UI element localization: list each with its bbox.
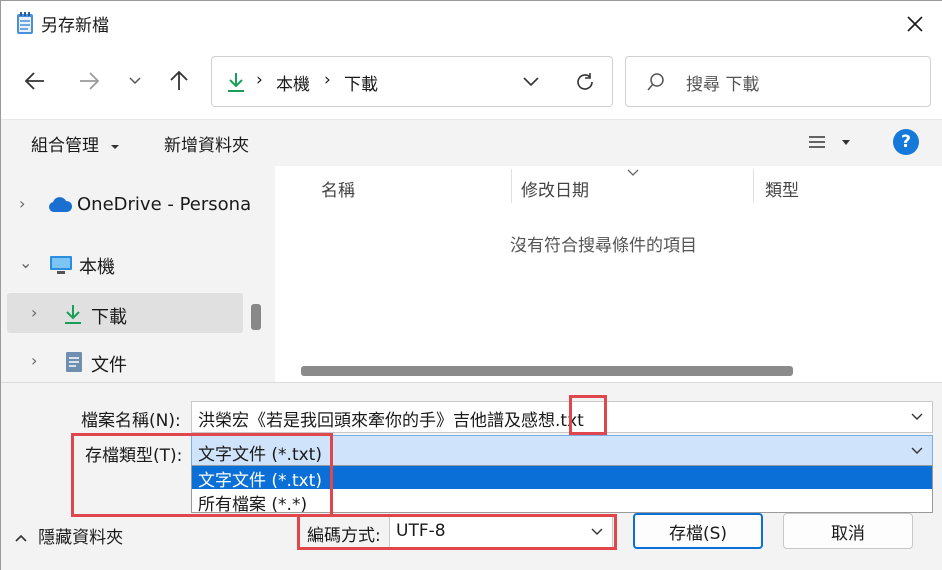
command-bar xyxy=(1,119,942,166)
navigation-pane-scrollbar[interactable] xyxy=(251,304,261,330)
save-button[interactable]: 存檔(S) xyxy=(633,513,763,549)
breadcrumb-downloads[interactable]: 下載 xyxy=(344,70,378,95)
column-divider[interactable] xyxy=(753,169,754,203)
sidebar-item-downloads[interactable]: › 下載 xyxy=(7,293,243,333)
expand-arrow-icon[interactable]: › xyxy=(31,303,37,322)
column-divider[interactable] xyxy=(511,169,512,203)
title-bar: 另存新檔 xyxy=(1,1,942,45)
filename-label: 檔案名稱(N): xyxy=(81,411,181,431)
close-button[interactable] xyxy=(893,7,937,41)
search-icon xyxy=(647,73,664,91)
download-icon xyxy=(228,73,244,92)
new-folder-button[interactable]: 新增資料夾 xyxy=(164,131,249,156)
breadcrumb-separator: › xyxy=(324,70,331,90)
sidebar-item-label: 本機 xyxy=(79,257,115,278)
filetype-highlight-box xyxy=(71,433,333,517)
extension-highlight-box xyxy=(569,395,607,435)
computer-icon xyxy=(50,256,72,274)
up-button[interactable] xyxy=(161,63,197,99)
expand-arrow-icon[interactable]: › xyxy=(31,351,37,370)
refresh-icon[interactable] xyxy=(574,71,596,93)
cloud-icon xyxy=(48,197,73,212)
address-history-chevron-icon[interactable] xyxy=(522,76,540,88)
address-bar[interactable]: › 本機 › 下載 xyxy=(211,56,613,107)
filename-text: 洪榮宏《若是我回頭來牽你的手》吉他譜及感想 xyxy=(198,411,555,431)
chevron-down-icon xyxy=(129,77,141,85)
up-arrow-icon xyxy=(170,70,188,90)
organize-menu[interactable]: 組合管理 xyxy=(31,131,120,156)
sidebar-item-label: 下載 xyxy=(91,307,127,328)
hide-folders-toggle[interactable]: 隱藏資料夾 xyxy=(15,523,123,548)
breadcrumb-separator: › xyxy=(256,70,263,90)
search-box[interactable]: 搜尋 下載 xyxy=(625,56,931,107)
file-list xyxy=(275,166,942,382)
cancel-button[interactable]: 取消 xyxy=(783,513,913,549)
sidebar-item-onedrive[interactable]: › OneDrive - Persona xyxy=(7,186,251,226)
column-header-date[interactable]: 修改日期 xyxy=(521,176,589,201)
forward-arrow-icon xyxy=(80,72,100,90)
collapse-arrow-icon[interactable]: ⌄ xyxy=(19,253,32,272)
encoding-highlight-box xyxy=(297,514,617,550)
file-list-horizontal-scrollbar[interactable] xyxy=(301,366,793,376)
expand-arrow-icon[interactable]: › xyxy=(19,194,25,213)
recent-locations-button[interactable] xyxy=(117,63,153,99)
window-title: 另存新檔 xyxy=(41,16,109,36)
back-button[interactable] xyxy=(17,63,53,99)
download-icon xyxy=(65,305,81,324)
close-icon xyxy=(907,16,923,32)
column-header-type[interactable]: 類型 xyxy=(765,176,799,201)
search-placeholder: 搜尋 下載 xyxy=(686,75,760,95)
forward-button[interactable] xyxy=(71,63,107,99)
list-view-icon xyxy=(809,136,850,148)
empty-list-message: 沒有符合搜尋條件的項目 xyxy=(510,236,697,256)
document-icon xyxy=(66,352,82,372)
chevron-up-icon xyxy=(15,534,27,542)
breadcrumb-this-pc[interactable]: 本機 xyxy=(276,70,310,95)
chevron-down-icon xyxy=(911,447,923,454)
organize-label: 組合管理 xyxy=(31,136,99,156)
sidebar-item-documents[interactable]: › 文件 xyxy=(7,341,243,381)
notepad-icon xyxy=(17,12,33,34)
dropdown-triangle-icon xyxy=(111,145,120,149)
column-header-name[interactable]: 名稱 xyxy=(321,176,355,201)
back-arrow-icon xyxy=(24,72,44,90)
save-as-dialog: 另存新檔 › 本機 › 下載 搜尋 下載 組合管理 新增資料夾 ? › OneD… xyxy=(0,0,942,570)
sidebar-item-label: 文件 xyxy=(91,355,127,376)
chevron-down-icon[interactable] xyxy=(910,410,924,424)
help-button[interactable]: ? xyxy=(893,129,919,155)
filename-input[interactable]: 洪榮宏《若是我回頭來牽你的手》吉他譜及感想.txt xyxy=(191,401,933,433)
sidebar-item-label: OneDrive - Persona xyxy=(77,194,252,215)
sidebar-item-this-pc[interactable]: ⌄ 本機 xyxy=(7,245,243,285)
hide-folders-label: 隱藏資料夾 xyxy=(38,528,124,548)
filename-value: 洪榮宏《若是我回頭來牽你的手》吉他譜及感想.txt xyxy=(198,406,584,431)
view-options-button[interactable] xyxy=(807,133,851,153)
sort-indicator-icon xyxy=(627,169,639,176)
